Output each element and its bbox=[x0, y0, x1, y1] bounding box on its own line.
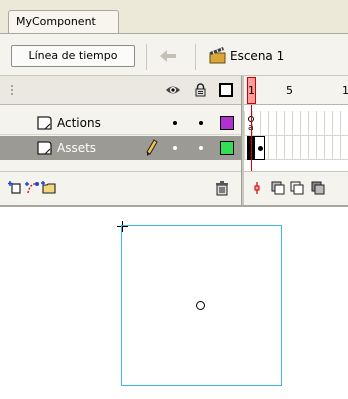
toolbar-divider bbox=[195, 44, 196, 70]
center-frame-icon[interactable] bbox=[249, 180, 265, 196]
visibility-toggle[interactable] bbox=[173, 121, 177, 125]
eye-icon[interactable] bbox=[165, 84, 181, 96]
outline-icon[interactable] bbox=[219, 83, 233, 97]
document-tab-mycomponent[interactable]: MyComponent bbox=[8, 10, 119, 34]
visibility-toggle[interactable] bbox=[173, 146, 177, 150]
frame-number: 5 bbox=[286, 84, 293, 97]
back-arrow-icon[interactable] bbox=[157, 47, 179, 65]
document-tab-strip: MyComponent bbox=[0, 0, 348, 34]
insert-layer-icon[interactable] bbox=[8, 180, 24, 196]
lock-toggle[interactable] bbox=[199, 121, 203, 125]
layers-footer bbox=[0, 171, 241, 205]
frame-number: 1 bbox=[342, 84, 348, 97]
delete-layer-icon[interactable] bbox=[214, 180, 230, 196]
layer-row-assets[interactable]: Assets bbox=[0, 136, 241, 160]
lock-toggle[interactable] bbox=[199, 146, 203, 150]
playhead-line bbox=[251, 105, 252, 171]
layer-page-icon bbox=[37, 116, 52, 130]
layer-name[interactable]: Assets bbox=[57, 141, 96, 155]
layer-color-swatch[interactable] bbox=[220, 141, 234, 155]
layer-page-icon bbox=[37, 141, 52, 155]
layer-name[interactable]: Actions bbox=[57, 116, 101, 130]
frames-footer bbox=[244, 171, 348, 205]
frame-ruler[interactable]: 1 5 1 bbox=[244, 76, 348, 105]
lock-icon[interactable] bbox=[195, 83, 206, 97]
document-tab-label: MyComponent bbox=[16, 15, 96, 28]
frames-panel: 1 5 1 a bbox=[244, 76, 348, 205]
stage-canvas[interactable] bbox=[0, 207, 348, 399]
layer-row-actions[interactable]: Actions bbox=[0, 111, 241, 135]
onion-skin-icon[interactable] bbox=[270, 180, 286, 196]
toolbar-divider bbox=[146, 44, 147, 70]
timeline-panel: Actions Assets 1 5 1 bbox=[0, 76, 348, 205]
registration-point[interactable] bbox=[196, 301, 205, 310]
frame-number: 1 bbox=[248, 84, 255, 97]
layer-color-swatch[interactable] bbox=[220, 116, 234, 130]
panel-grip-icon[interactable] bbox=[10, 84, 14, 96]
add-motion-guide-icon[interactable] bbox=[25, 180, 41, 196]
keyframe-dot bbox=[258, 146, 263, 151]
timeline-toggle-button[interactable]: Línea de tiempo bbox=[11, 45, 135, 67]
edit-bar: Línea de tiempo Escena 1 bbox=[0, 33, 348, 76]
scene-label[interactable]: Escena 1 bbox=[230, 49, 284, 63]
insert-folder-icon[interactable] bbox=[41, 180, 57, 196]
pencil-icon bbox=[146, 139, 158, 156]
scene-clapper-icon[interactable] bbox=[208, 46, 227, 65]
onion-outlines-icon[interactable] bbox=[289, 180, 305, 196]
asset-keyframe[interactable] bbox=[247, 136, 265, 160]
edit-multiple-frames-icon[interactable] bbox=[310, 180, 326, 196]
layers-header bbox=[0, 76, 241, 105]
